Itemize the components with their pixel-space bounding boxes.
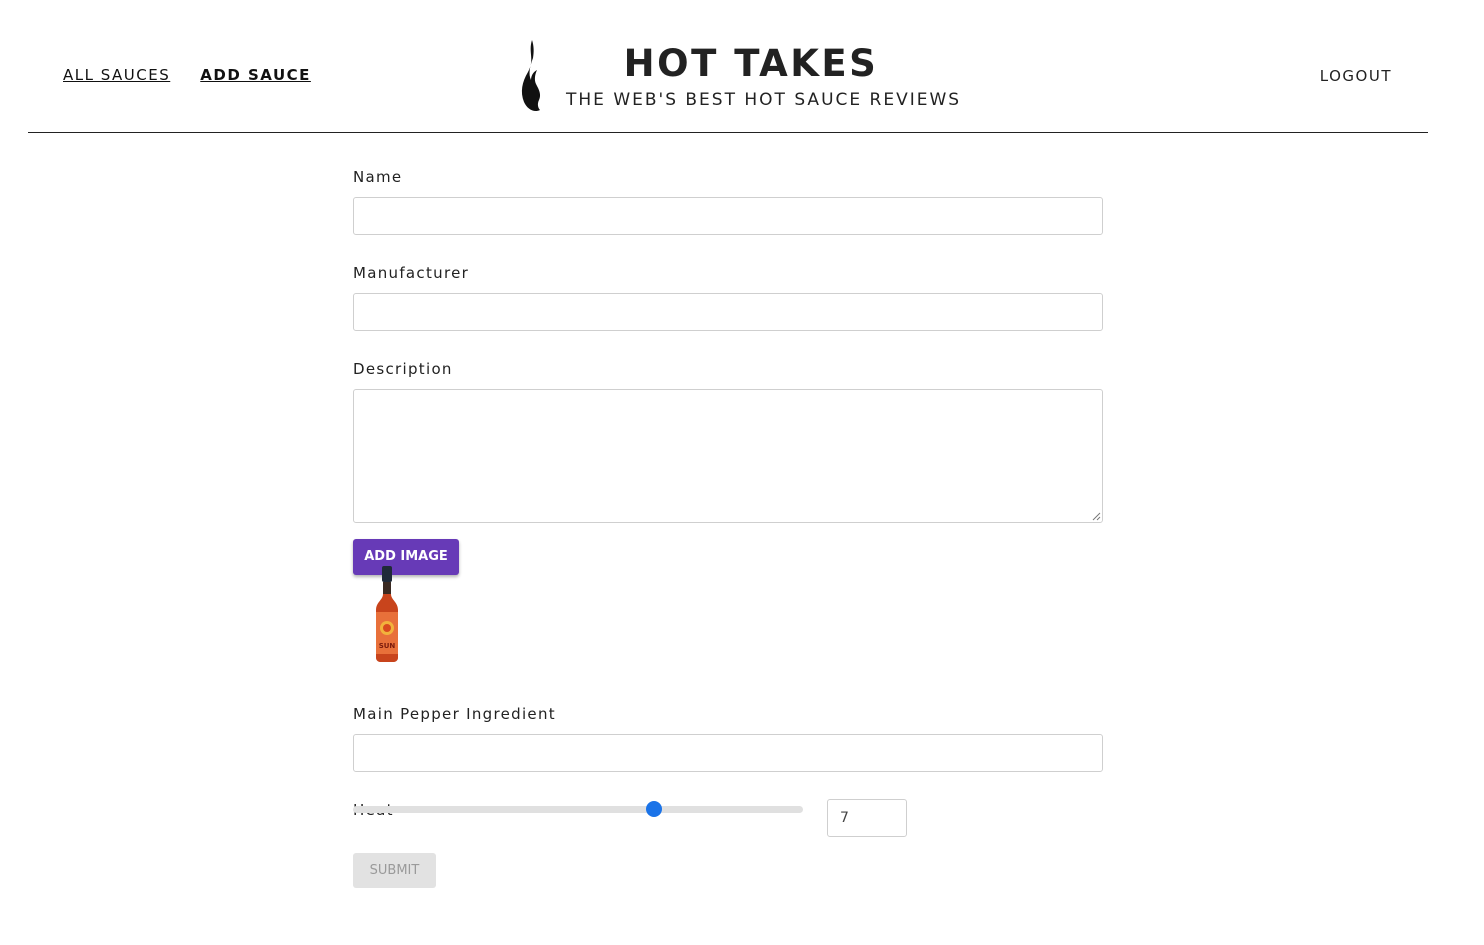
nav-left: ALL SAUCES ADD SAUCE <box>63 66 311 84</box>
submit-button: SUBMIT <box>353 853 436 888</box>
header: ALL SAUCES ADD SAUCE HOT TAKES THE WEB'S… <box>28 0 1428 133</box>
flame-icon <box>521 40 541 112</box>
manufacturer-label: Manufacturer <box>353 264 470 282</box>
nav-all-sauces-link[interactable]: ALL SAUCES <box>63 66 170 84</box>
pepper-label: Main Pepper Ingredient <box>353 705 556 723</box>
manufacturer-input[interactable] <box>353 293 1103 331</box>
resize-handle-icon[interactable] <box>1092 512 1101 521</box>
name-input[interactable] <box>353 197 1103 235</box>
hot-sauce-bottle-image: SUN <box>376 566 398 662</box>
brand-subtitle: THE WEB'S BEST HOT SAUCE REVIEWS <box>566 90 962 110</box>
bottle-label-text: SUN <box>379 642 396 650</box>
description-textarea[interactable] <box>353 389 1103 523</box>
description-label: Description <box>353 360 453 378</box>
logout-link[interactable]: LOGOUT <box>1320 67 1392 85</box>
pepper-input[interactable] <box>353 734 1103 772</box>
brand-title: HOT TAKES <box>623 42 879 85</box>
add-image-button[interactable]: ADD IMAGE <box>353 539 459 575</box>
heat-number-input[interactable]: 7 <box>827 799 907 837</box>
nav-add-sauce-link[interactable]: ADD SAUCE <box>200 66 311 84</box>
heat-slider-track[interactable] <box>353 806 803 813</box>
add-sauce-form: Name Manufacturer Description ADD IMAGE … <box>353 168 1103 888</box>
name-label: Name <box>353 168 403 186</box>
